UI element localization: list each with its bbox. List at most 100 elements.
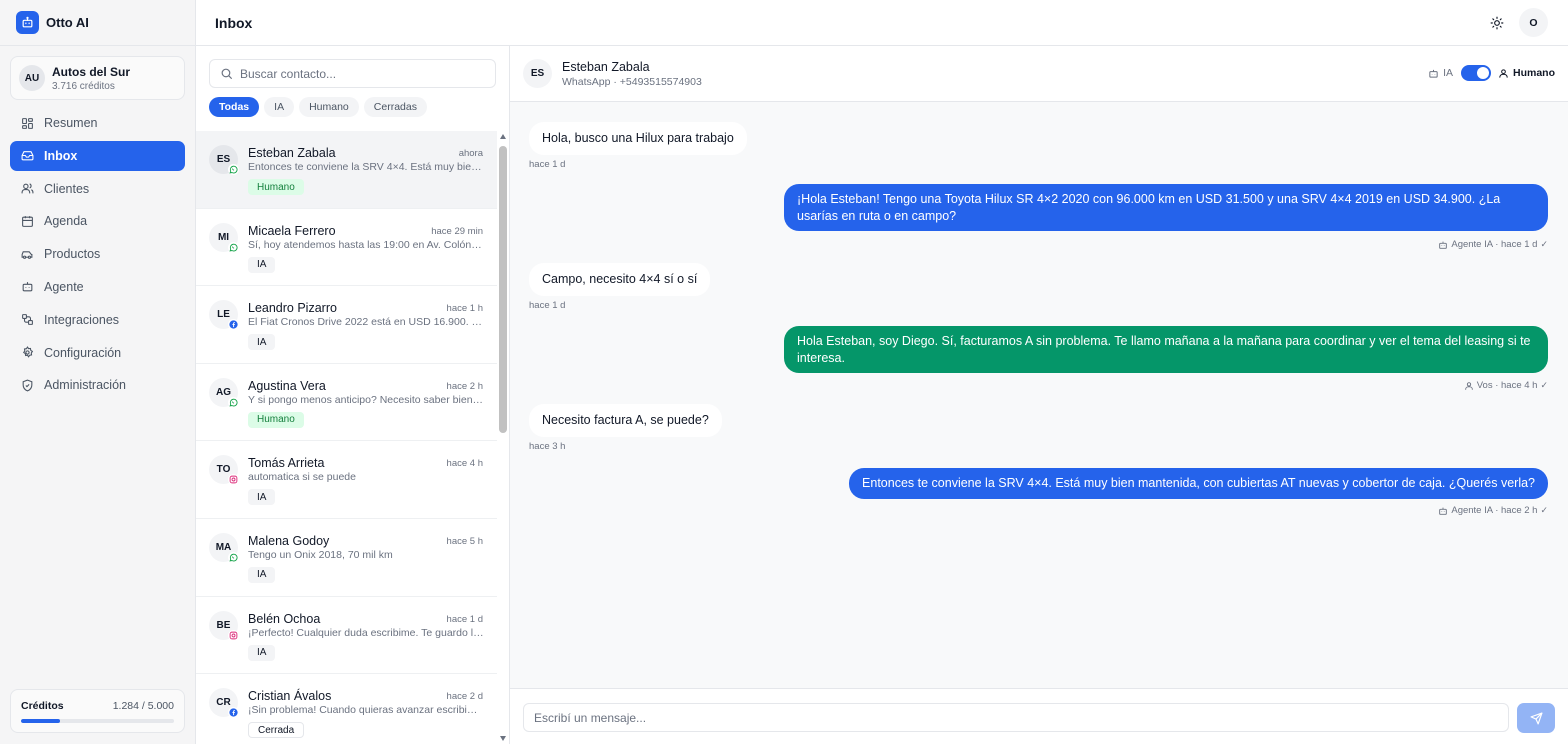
contact-preview: ¡Sin problema! Cuando quieras avanzar es… — [248, 704, 484, 717]
message-thread: Hola, busco una Hilux para trabajo hace … — [510, 102, 1568, 688]
nav-item-inbox[interactable]: Inbox — [10, 140, 185, 171]
message-incoming: Hola, busco una Hilux para trabajo — [529, 122, 747, 155]
status-badge: Humano — [248, 179, 304, 195]
status-badge: Humano — [248, 411, 304, 428]
scroll-up-arrow-icon[interactable] — [500, 134, 506, 139]
inbox-icon — [20, 149, 34, 163]
filter-todas[interactable]: Todas — [209, 97, 260, 117]
facebook-icon — [228, 707, 239, 719]
shield-icon — [20, 378, 34, 392]
nav-label: Administración — [44, 378, 126, 393]
message-outgoing-ai: Entonces te conviene la SRV 4×4. Está mu… — [849, 468, 1548, 499]
credits-progress-bar — [21, 719, 174, 723]
nav-item-resumen[interactable]: Resumen — [10, 108, 185, 138]
contact-preview: Y si pongo menos anticipo? Necesito sabe… — [248, 393, 484, 406]
message-time: hace 1 d — [529, 300, 566, 311]
contact-name: Leandro Pizarro — [248, 301, 337, 316]
scroll-thumb[interactable] — [499, 146, 507, 433]
account-name: Autos del Sur — [52, 64, 131, 79]
contact-time: hace 5 h — [446, 535, 483, 547]
nav-label: Agente — [44, 279, 84, 294]
nav-item-clientes[interactable]: Clientes — [10, 174, 185, 204]
chat-header: ES Esteban Zabala WhatsApp · +5493515574… — [510, 46, 1568, 102]
send-icon — [1529, 711, 1543, 725]
nav-label: Clientes — [44, 181, 90, 196]
contact-list-scrollbar[interactable] — [497, 131, 510, 744]
contact-row[interactable]: MI Micaela Ferrero hace 29 min Sí, hoy aten… — [196, 209, 497, 287]
nav-label: Agenda — [44, 214, 88, 229]
mode-ia: IA — [1428, 67, 1453, 79]
bot-icon — [1438, 240, 1448, 250]
status-badge: IA — [248, 334, 276, 351]
status-badge: Cerrada — [248, 722, 305, 739]
contact-row[interactable]: AG Agustina Vera hace 2 hY si pongo menos … — [196, 364, 497, 442]
contact-time: ahora — [458, 148, 483, 159]
chat-contact-subtitle: WhatsApp · +5493515574903 — [562, 76, 702, 88]
app-name: Otto AI — [46, 15, 89, 30]
message-meta: Agente IA · hace 2 h ✓ — [1438, 505, 1548, 516]
contact-preview: Sí, hoy atendemos hasta las 19:00 en Av.… — [248, 238, 484, 251]
nav-item-administracion[interactable]: Administración — [10, 370, 185, 400]
contact-list-panel: Todas IA Humano Cerradas ESEsteban Zabal… — [196, 46, 510, 744]
nav-item-agenda[interactable]: Agenda — [10, 206, 185, 236]
contact-name: Tomás Arrieta — [248, 456, 325, 471]
search-input[interactable] — [240, 66, 480, 81]
contact-row[interactable]: TO Tomás Arrieta hace 4 h automatica si se … — [196, 441, 497, 519]
message-outgoing-human: Hola Esteban, soy Diego. Sí, facturamos … — [784, 326, 1548, 373]
message-incoming: Campo, necesito 4×4 sí o sí — [529, 263, 711, 296]
nav-item-agente[interactable]: Agente — [10, 272, 185, 302]
contact-row[interactable]: LE Leandro Pizarro hace 1 h El Fiat Cronos … — [196, 286, 497, 364]
workflow-icon — [20, 313, 34, 327]
contact-time: hace 2 h — [446, 380, 483, 392]
scroll-down-arrow-icon[interactable] — [500, 736, 506, 741]
whatsapp-icon — [228, 396, 239, 408]
message-meta-text: Vos · hace 4 h — [1476, 380, 1538, 391]
nav-label: Productos — [44, 247, 101, 262]
message-meta: Vos · hace 4 h ✓ — [1464, 380, 1548, 391]
users-icon — [20, 182, 34, 196]
search-box — [209, 59, 496, 88]
status-badge: IA — [248, 489, 276, 506]
nav-item-productos[interactable]: Productos — [10, 239, 185, 269]
bot-logo-icon — [16, 11, 39, 34]
check-icon: ✓ — [1540, 505, 1548, 515]
contact-preview: automatica si se puede — [248, 471, 356, 484]
chat-panel: ES Esteban Zabala WhatsApp · +5493515574… — [510, 46, 1568, 744]
filter-chips: Todas IA Humano Cerradas — [209, 97, 432, 117]
status-badge: IA — [248, 644, 276, 661]
page-title: Inbox — [215, 14, 253, 31]
gear-icon — [20, 346, 34, 360]
contact-row[interactable]: BE Belén Ochoa hace 1 d ¡Perfecto! Cualquie… — [196, 597, 497, 675]
dashboard-icon — [20, 116, 34, 130]
contact-list: ES Esteban Zabala ahora Entonces te convien… — [196, 131, 497, 744]
contact-row[interactable]: ES Esteban Zabala ahora Entonces te convien… — [196, 131, 497, 209]
bot-icon — [1428, 68, 1439, 79]
contact-preview: El Fiat Cronos Drive 2022 está en USD 16… — [248, 316, 484, 329]
status-badge: IA — [248, 566, 276, 583]
contact-row[interactable]: CR Cristian Ávalos hace 2 d ¡Sin problema! … — [196, 674, 497, 744]
facebook-icon — [228, 319, 239, 331]
message-bubble: ¡Hola Esteban! Tengo una Toyota Hilux SR… — [784, 184, 1548, 231]
account-avatar: AU — [19, 65, 45, 91]
theme-toggle-sun-icon[interactable] — [1488, 14, 1506, 32]
message-meta-text: Agente IA · hace 1 d — [1451, 239, 1538, 250]
nav-item-configuracion[interactable]: Configuración — [10, 338, 185, 368]
status-badge: IA — [248, 256, 276, 273]
brand[interactable]: Otto AI — [0, 0, 195, 46]
contact-time: hace 4 h — [446, 458, 483, 470]
send-button[interactable] — [1517, 703, 1555, 733]
nav-item-integraciones[interactable]: Integraciones — [10, 305, 185, 335]
contact-row[interactable]: MA Malena Godoy hace 5 h Tengo un Onix 2018… — [196, 519, 497, 597]
message-bubble: Necesito factura A, se puede? — [529, 404, 722, 437]
contact-name: Cristian Ávalos — [248, 689, 332, 704]
filter-humano[interactable]: Humano — [299, 97, 359, 117]
user-avatar[interactable]: O — [1519, 8, 1548, 37]
message-time: hace 1 d — [529, 159, 566, 170]
filter-ia[interactable]: IA — [264, 97, 295, 117]
ia-human-toggle[interactable] — [1461, 65, 1491, 81]
filter-cerradas[interactable]: Cerradas — [363, 97, 427, 117]
message-bubble: Hola, busco una Hilux para trabajo — [529, 122, 747, 155]
message-input[interactable] — [523, 703, 1509, 732]
main-nav: Resumen Inbox Clientes Agenda Productos … — [10, 108, 185, 403]
account-switcher[interactable]: AU Autos del Sur 3.716 créditos — [10, 56, 185, 100]
